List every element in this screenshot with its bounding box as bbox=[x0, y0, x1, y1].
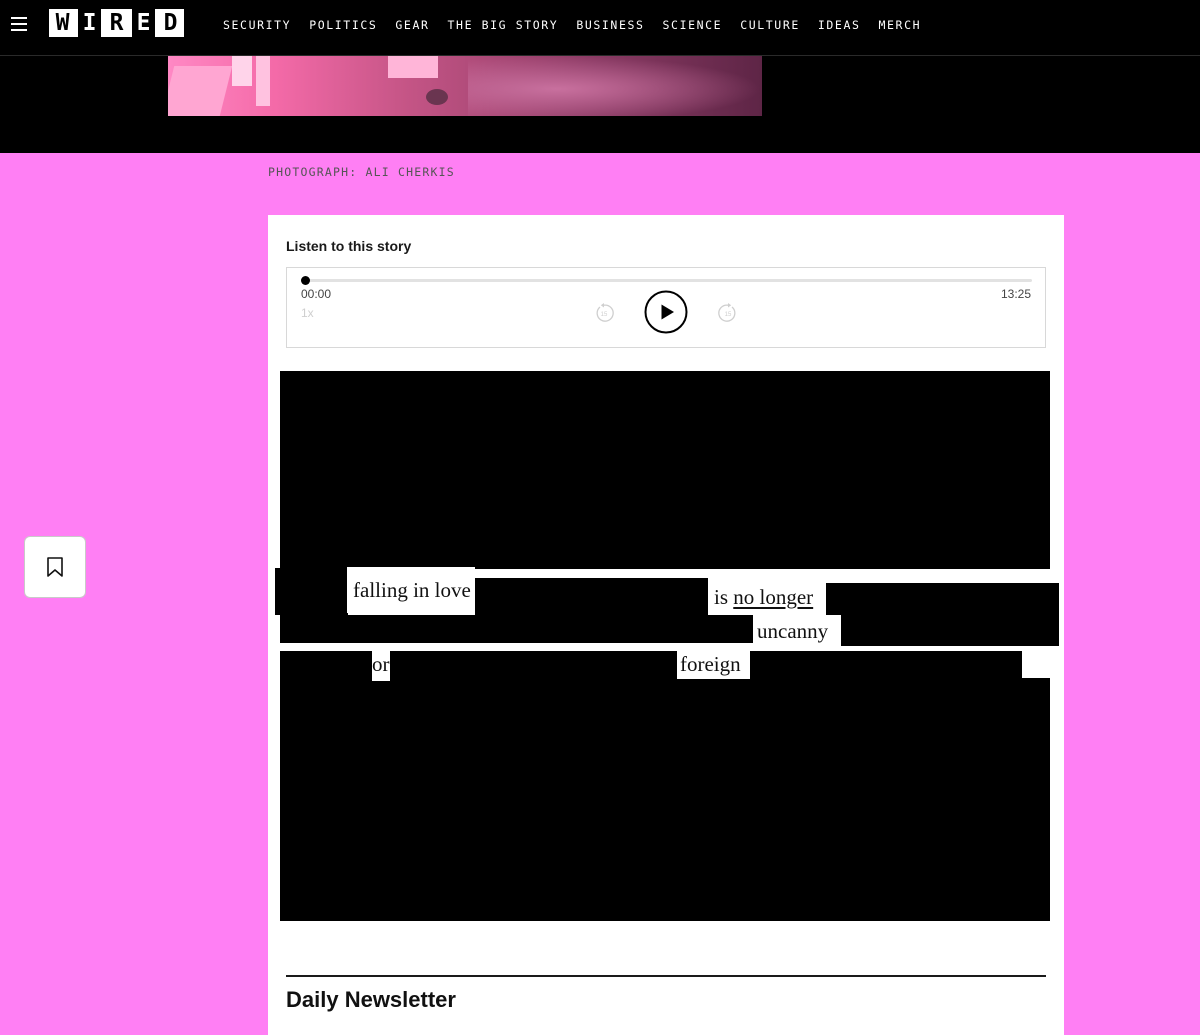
newsletter-title: Daily Newsletter bbox=[286, 987, 456, 1012]
article-word: is no longer bbox=[708, 581, 826, 613]
nav-item-culture[interactable]: CULTURE bbox=[740, 18, 800, 32]
article-word: foreign bbox=[677, 651, 750, 679]
article-link[interactable]: no longer bbox=[733, 585, 813, 609]
newsletter-divider bbox=[286, 975, 1046, 977]
playback-speed-button[interactable]: 1x bbox=[301, 306, 314, 320]
top-navigation-bar: W I R E D SECURITY POLITICS GEAR THE BIG… bbox=[0, 0, 1200, 56]
play-icon[interactable] bbox=[644, 290, 688, 334]
nav-item-security[interactable]: SECURITY bbox=[223, 18, 291, 32]
listen-heading: Listen to this story bbox=[286, 238, 412, 254]
redaction-block bbox=[275, 568, 348, 615]
bookmark-icon bbox=[47, 557, 63, 577]
nav-item-ideas[interactable]: IDEAS bbox=[818, 18, 861, 32]
article-word: uncanny bbox=[753, 615, 841, 647]
photo-credit: PHOTOGRAPH: ALI CHERKIS bbox=[268, 165, 455, 179]
nav-item-politics[interactable]: POLITICS bbox=[309, 18, 377, 32]
audio-progress-track[interactable] bbox=[305, 279, 1032, 282]
article-card: Listen to this story 00:00 13:25 1x 15 1… bbox=[268, 215, 1064, 1035]
redaction-block bbox=[280, 615, 753, 643]
redaction-block bbox=[280, 371, 1050, 569]
nav-item-merch[interactable]: MERCH bbox=[879, 18, 922, 32]
wired-logo[interactable]: W I R E D bbox=[49, 9, 184, 37]
skip-forward-15-icon[interactable]: 15 bbox=[718, 303, 738, 323]
nav-item-gear[interactable]: GEAR bbox=[395, 18, 429, 32]
skip-back-15-icon[interactable]: 15 bbox=[594, 303, 614, 323]
article-word: or bbox=[372, 651, 390, 681]
skip-back-label: 15 bbox=[601, 312, 608, 318]
save-story-button[interactable] bbox=[24, 536, 86, 598]
nav-item-the-big-story[interactable]: THE BIG STORY bbox=[448, 18, 559, 32]
logo-letter: W bbox=[49, 9, 76, 37]
skip-forward-label: 15 bbox=[725, 312, 732, 318]
logo-letter: E bbox=[130, 9, 157, 37]
redaction-block bbox=[280, 678, 1050, 921]
logo-letter: I bbox=[76, 9, 103, 37]
redaction-block bbox=[826, 583, 1059, 646]
nav-item-science[interactable]: SCIENCE bbox=[663, 18, 723, 32]
hamburger-menu-icon[interactable] bbox=[11, 17, 27, 31]
article-word: falling in love bbox=[347, 567, 475, 613]
duration: 13:25 bbox=[1000, 287, 1031, 301]
current-time: 00:00 bbox=[301, 287, 332, 301]
hero-image bbox=[168, 56, 762, 116]
logo-letter: R bbox=[103, 9, 130, 37]
audio-player: 00:00 13:25 1x 15 15 bbox=[286, 267, 1046, 348]
redaction-block bbox=[390, 651, 677, 681]
section-nav: SECURITY POLITICS GEAR THE BIG STORY BUS… bbox=[223, 18, 939, 32]
audio-progress-thumb[interactable] bbox=[301, 276, 310, 285]
nav-item-business[interactable]: BUSINESS bbox=[576, 18, 644, 32]
logo-letter: D bbox=[157, 9, 184, 37]
redaction-block bbox=[750, 651, 1022, 679]
